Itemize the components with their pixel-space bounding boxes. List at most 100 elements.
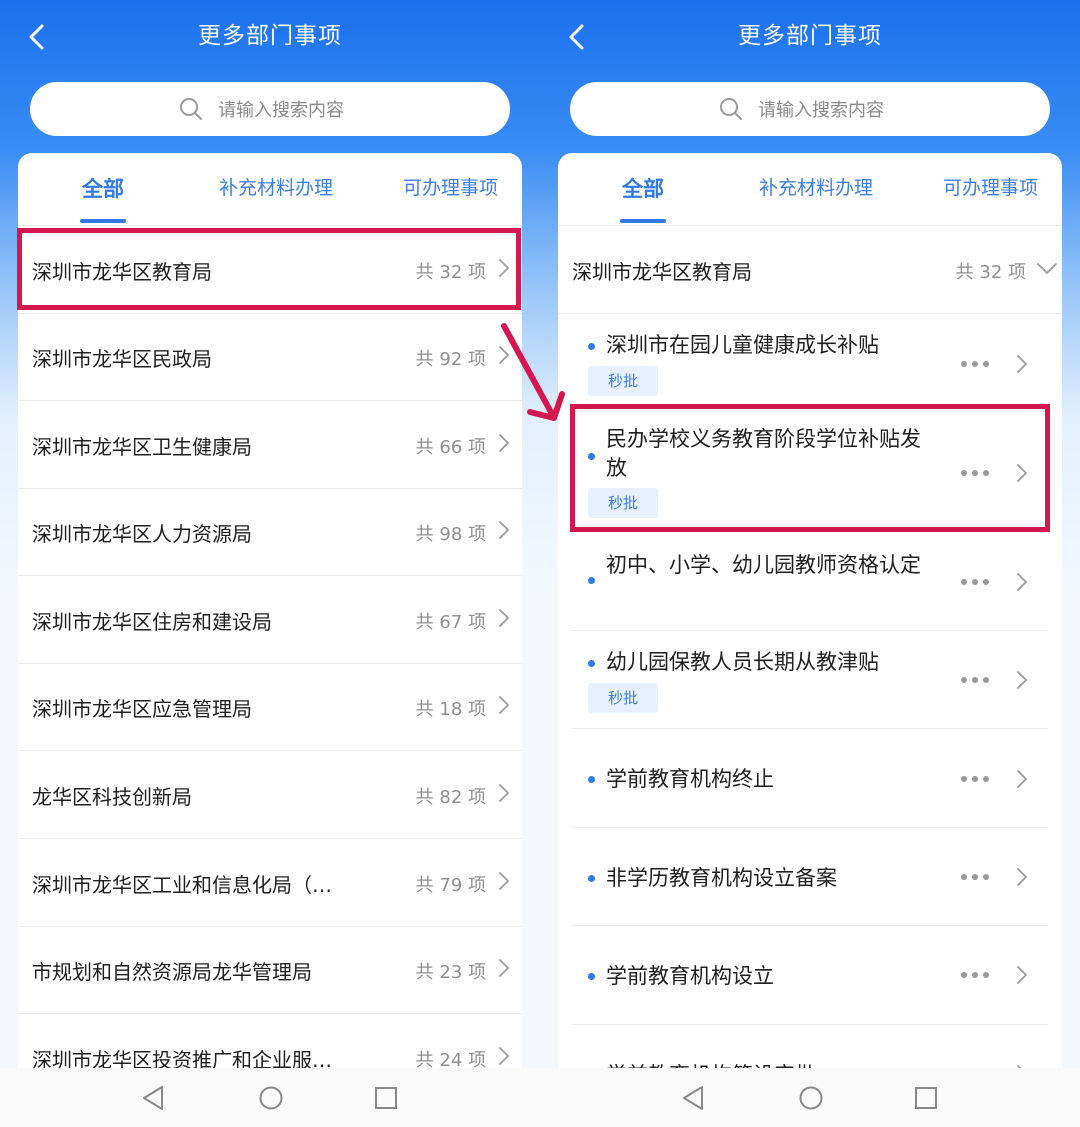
department-count: 共 82 项: [415, 787, 486, 808]
bullet-dot: [588, 577, 595, 584]
chevron-right-icon: [499, 959, 509, 977]
chevron-right-icon: [499, 1047, 509, 1065]
nav-home-icon[interactable]: [798, 1085, 824, 1111]
more-icon[interactable]: [960, 360, 990, 368]
chevron-right-icon: [499, 696, 509, 714]
item-title: 学前教育机构设立: [606, 964, 774, 988]
item-title: 非学历教育机构设立备案: [606, 866, 837, 890]
nav-back-icon[interactable]: [141, 1085, 165, 1111]
chevron-right-icon: [1017, 355, 1027, 373]
status-badge: 秒批: [588, 366, 659, 396]
list-item[interactable]: 非学历教育机构设立备案: [572, 828, 1048, 926]
department-row[interactable]: 深圳市龙华区工业和信息化局（… 共 79 项: [18, 839, 522, 927]
nav-home-icon[interactable]: [258, 1085, 284, 1111]
bullet-dot: [588, 343, 595, 350]
department-name: 深圳市龙华区卫生健康局: [32, 435, 252, 459]
search-icon: [180, 98, 202, 120]
department-count: 共 98 项: [415, 524, 486, 545]
department-name: 深圳市龙华区人力资源局: [32, 522, 252, 546]
department-row[interactable]: 深圳市龙华区人力资源局 共 98 项: [18, 488, 522, 576]
list-item[interactable]: 初中、小学、幼儿园教师资格认定: [572, 531, 1048, 631]
tab-supplementary-materials[interactable]: 补充材料办理: [219, 173, 333, 200]
chevron-right-icon: [1017, 868, 1027, 886]
chevron-right-icon: [499, 521, 509, 539]
department-row[interactable]: 市规划和自然资源局龙华管理局 共 23 项: [18, 926, 522, 1014]
chevron-right-icon: [499, 609, 509, 627]
chevron-right-icon: [499, 872, 509, 890]
department-name: 深圳市龙华区民政局: [32, 347, 212, 371]
department-row-expanded[interactable]: 深圳市龙华区教育局 共 32 项: [558, 226, 1062, 314]
more-icon[interactable]: [960, 775, 990, 783]
list-item[interactable]: 学前教育机构终止: [572, 729, 1048, 828]
chevron-right-icon: [499, 259, 509, 277]
bullet-dot: [588, 660, 595, 667]
tab-bar: 全部 补充材料办理 可办理事项: [558, 153, 1062, 226]
department-row[interactable]: 深圳市龙华区应急管理局 共 18 项: [18, 663, 522, 751]
item-title: 深圳市在园儿童健康成长补贴: [606, 333, 879, 357]
search-input[interactable]: [216, 90, 490, 130]
search-bar[interactable]: [30, 82, 510, 136]
page-title: 更多部门事项: [738, 23, 882, 49]
department-count: 共 32 项: [955, 262, 1026, 283]
bullet-dot: [588, 776, 595, 783]
chevron-right-icon: [1017, 671, 1027, 689]
tab-available-items[interactable]: 可办理事项: [403, 173, 498, 200]
item-title: 幼儿园保教人员长期从教津贴: [606, 650, 879, 674]
system-nav-bar: [0, 1068, 540, 1127]
chevron-right-icon: [1017, 464, 1027, 482]
bullet-dot: [588, 875, 595, 882]
tab-all[interactable]: 全部: [80, 173, 126, 223]
more-icon[interactable]: [960, 578, 990, 586]
list-item[interactable]: 深圳市在园儿童健康成长补贴 秒批: [572, 314, 1048, 412]
department-row[interactable]: 深圳市龙华区教育局 共 32 项: [18, 226, 522, 314]
department-count: 共 23 项: [415, 962, 486, 983]
department-name: 深圳市龙华区教育局: [32, 260, 212, 284]
more-icon[interactable]: [960, 676, 990, 684]
department-name: 深圳市龙华区应急管理局: [32, 697, 252, 721]
list-item[interactable]: 民办学校义务教育阶段学位补贴发放 秒批: [572, 412, 1048, 531]
header: 更多部门事项: [0, 0, 540, 70]
page-title: 更多部门事项: [198, 23, 342, 49]
search-icon: [720, 98, 742, 120]
department-row[interactable]: 深圳市龙华区民政局 共 92 项: [18, 313, 522, 401]
department-count: 共 79 项: [415, 875, 486, 896]
department-count: 共 32 项: [415, 262, 486, 283]
header: 更多部门事项: [540, 0, 1080, 70]
more-icon[interactable]: [960, 469, 990, 477]
department-count: 共 92 项: [415, 349, 486, 370]
item-title: 初中、小学、幼儿园教师资格认定: [606, 553, 921, 577]
department-name: 深圳市龙华区教育局: [572, 260, 752, 284]
nav-recent-icon[interactable]: [374, 1086, 398, 1110]
chevron-right-icon: [1017, 966, 1027, 984]
chevron-down-icon: [1037, 263, 1057, 274]
right-screen: 更多部门事项 全部 补充材料办理 可办理事项 深圳市龙华区教育局 共 32 项 …: [540, 0, 1080, 1127]
list-item[interactable]: 幼儿园保教人员长期从教津贴 秒批: [572, 631, 1048, 729]
department-count: 共 18 项: [415, 699, 486, 720]
list-item[interactable]: 学前教育机构设立: [572, 926, 1048, 1025]
department-card: 全部 补充材料办理 可办理事项 深圳市龙华区教育局 共 32 项 深圳市龙华区民…: [18, 153, 522, 1127]
department-row[interactable]: 深圳市龙华区住房和建设局 共 67 项: [18, 576, 522, 664]
left-screen: 更多部门事项 全部 补充材料办理 可办理事项 深圳市龙华区教育局 共 32 项 …: [0, 0, 540, 1127]
chevron-right-icon: [499, 784, 509, 802]
chevron-right-icon: [499, 434, 509, 452]
department-card: 全部 补充材料办理 可办理事项 深圳市龙华区教育局 共 32 项 深圳市在园儿童…: [558, 153, 1062, 1127]
chevron-right-icon: [1017, 573, 1027, 591]
more-icon[interactable]: [960, 873, 990, 881]
search-input[interactable]: [756, 90, 1030, 130]
more-icon[interactable]: [960, 971, 990, 979]
tab-supplementary-materials[interactable]: 补充材料办理: [759, 173, 873, 200]
tab-available-items[interactable]: 可办理事项: [943, 173, 1038, 200]
department-name: 市规划和自然资源局龙华管理局: [32, 960, 312, 984]
chevron-right-icon: [1017, 770, 1027, 788]
department-name: 深圳市龙华区住房和建设局: [32, 610, 272, 634]
department-count: 共 66 项: [415, 437, 486, 458]
search-bar[interactable]: [570, 82, 1050, 136]
tab-all[interactable]: 全部: [620, 173, 666, 223]
department-count: 共 67 项: [415, 612, 486, 633]
status-badge: 秒批: [588, 488, 659, 518]
item-title: 学前教育机构终止: [606, 767, 774, 791]
nav-recent-icon[interactable]: [914, 1086, 938, 1110]
department-row[interactable]: 龙华区科技创新局 共 82 项: [18, 751, 522, 839]
department-row[interactable]: 深圳市龙华区卫生健康局 共 66 项: [18, 401, 522, 489]
nav-back-icon[interactable]: [681, 1085, 705, 1111]
